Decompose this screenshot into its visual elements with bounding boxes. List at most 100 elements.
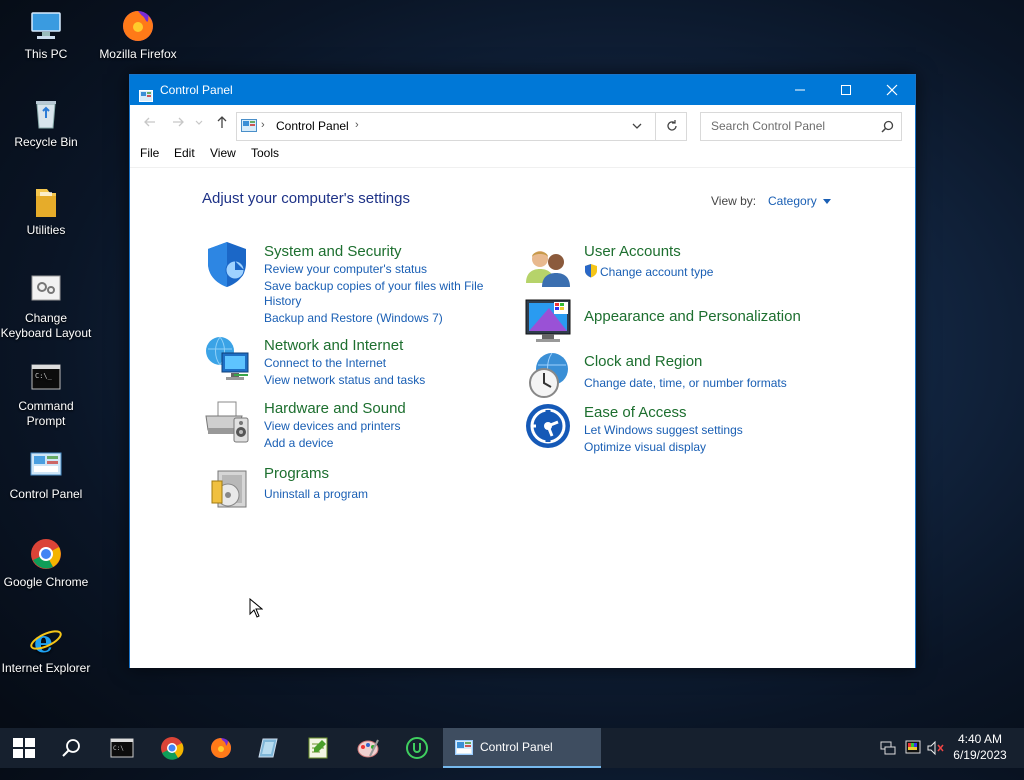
- recycle-bin-icon: [28, 96, 64, 132]
- ease-of-access-icon: [524, 402, 572, 450]
- desktop-icon-command-prompt[interactable]: C:\_ Command Prompt: [0, 360, 92, 429]
- taskbar-tool-app[interactable]: [245, 728, 293, 768]
- maximize-button[interactable]: [823, 75, 869, 105]
- chrome-icon: [28, 536, 64, 572]
- category-title[interactable]: Clock and Region: [584, 353, 702, 370]
- content-area: Adjust your computer's settings View by:…: [130, 167, 915, 668]
- control-panel-icon: [241, 119, 257, 135]
- chrome-icon: [161, 737, 184, 760]
- link-backup-restore[interactable]: Backup and Restore (Windows 7): [264, 311, 443, 326]
- dropdown-caret-icon: [823, 198, 832, 204]
- desktop-icon-control-panel[interactable]: Control Panel: [0, 448, 92, 502]
- command-prompt-icon: C:\: [110, 738, 134, 758]
- breadcrumb-control-panel[interactable]: Control Panel: [276, 119, 349, 133]
- category-title[interactable]: Hardware and Sound: [264, 400, 406, 417]
- view-by-dropdown[interactable]: Category: [768, 194, 832, 208]
- clock-time: 4:40 AM: [957, 732, 1003, 746]
- search-input[interactable]: [709, 118, 878, 134]
- programs-icon: [204, 465, 252, 513]
- tool-icon: [258, 738, 278, 758]
- printer-icon: [204, 398, 252, 446]
- link-uninstall-program[interactable]: Uninstall a program: [264, 487, 368, 502]
- close-button[interactable]: [869, 75, 915, 105]
- control-panel-icon: [139, 83, 153, 102]
- desktop-icon-firefox[interactable]: Mozilla Firefox: [92, 8, 184, 62]
- uac-shield-icon: [584, 263, 598, 283]
- breadcrumb-separator-icon[interactable]: ›: [261, 119, 265, 131]
- taskbar-u-app[interactable]: [393, 728, 441, 768]
- volume-muted-icon[interactable]: [927, 740, 945, 780]
- category-title[interactable]: Appearance and Personalization: [584, 308, 801, 325]
- link-connect-internet[interactable]: Connect to the Internet: [264, 356, 386, 371]
- link-windows-suggest-settings[interactable]: Let Windows suggest settings: [584, 423, 743, 438]
- menu-bar: File Edit View Tools: [130, 143, 915, 165]
- link-devices-printers[interactable]: View devices and printers: [264, 419, 401, 434]
- category-title[interactable]: System and Security: [264, 243, 402, 260]
- taskbar: C:\ Control Panel 4:40 AM 6/19/2023: [0, 728, 1024, 768]
- link-network-status[interactable]: View network status and tasks: [264, 373, 425, 388]
- search-box[interactable]: [700, 112, 902, 141]
- taskbar-notepad-app[interactable]: [294, 728, 342, 768]
- back-arrow-icon[interactable]: [140, 115, 160, 133]
- desktop-icon-recycle-bin[interactable]: Recycle Bin: [0, 96, 92, 150]
- category-title[interactable]: Ease of Access: [584, 404, 687, 421]
- search-icon: [62, 739, 80, 757]
- minimize-button[interactable]: [777, 75, 823, 105]
- link-review-status[interactable]: Review your computer's status: [264, 262, 427, 277]
- up-arrow-icon[interactable]: [212, 115, 232, 133]
- category-title[interactable]: Network and Internet: [264, 337, 403, 354]
- notepad-icon: [308, 737, 328, 759]
- desktop-icon-google-chrome[interactable]: Google Chrome: [0, 536, 92, 590]
- taskbar-command-prompt[interactable]: C:\: [98, 728, 146, 768]
- menu-tools[interactable]: Tools: [251, 146, 279, 160]
- svg-text:e: e: [34, 625, 53, 658]
- link-file-history[interactable]: Save backup copies of your files with Fi…: [264, 279, 483, 294]
- internet-explorer-icon: e: [28, 622, 64, 660]
- u-logo-icon: [406, 737, 428, 759]
- start-button[interactable]: [0, 728, 48, 768]
- control-panel-icon: [28, 448, 64, 484]
- link-date-time-formats[interactable]: Change date, time, or number formats: [584, 376, 787, 391]
- search-button[interactable]: [48, 728, 96, 768]
- address-dropdown-chevron-icon[interactable]: [631, 120, 643, 134]
- link-file-history-cont[interactable]: History: [264, 294, 301, 309]
- breadcrumb-chevron-icon[interactable]: ›: [355, 119, 359, 131]
- link-change-account-type[interactable]: Change account type: [600, 265, 713, 280]
- clock-globe-icon: [524, 351, 572, 399]
- link-add-device[interactable]: Add a device: [264, 436, 333, 451]
- network-icon: [204, 335, 252, 383]
- title-bar[interactable]: Control Panel: [130, 75, 915, 105]
- desktop-icon-internet-explorer[interactable]: e Internet Explorer: [0, 622, 92, 676]
- link-optimize-visual-display[interactable]: Optimize visual display: [584, 440, 706, 455]
- recent-locations-chevron-icon[interactable]: [193, 115, 205, 133]
- svg-text:C:\_: C:\_: [35, 372, 53, 380]
- menu-edit[interactable]: Edit: [174, 146, 195, 160]
- system-clock[interactable]: 4:40 AM 6/19/2023: [944, 731, 1016, 763]
- display-tray-icon[interactable]: [905, 740, 921, 780]
- menu-view[interactable]: View: [210, 146, 236, 160]
- address-divider: [655, 113, 656, 140]
- computer-icon: [28, 8, 64, 44]
- category-title[interactable]: User Accounts: [584, 243, 681, 260]
- paint-icon: [357, 739, 379, 758]
- taskbar-control-panel-active[interactable]: Control Panel: [443, 728, 601, 768]
- category-title[interactable]: Programs: [264, 465, 329, 482]
- network-tray-icon[interactable]: [880, 740, 896, 780]
- menu-file[interactable]: File: [140, 146, 159, 160]
- address-row: › Control Panel ›: [130, 105, 915, 143]
- search-icon[interactable]: [881, 120, 894, 136]
- address-bar[interactable]: › Control Panel ›: [236, 112, 687, 141]
- mouse-cursor-icon: [249, 597, 264, 623]
- desktop-icon-this-pc[interactable]: This PC: [0, 8, 92, 62]
- desktop-icon-utilities[interactable]: Utilities: [0, 184, 92, 238]
- taskbar-paint-app[interactable]: [344, 728, 392, 768]
- windows-logo-icon: [13, 738, 35, 758]
- command-prompt-icon: C:\_: [28, 360, 64, 396]
- taskbar-firefox[interactable]: [197, 728, 245, 768]
- forward-arrow-icon[interactable]: [168, 115, 188, 133]
- desktop-icon-change-keyboard-layout[interactable]: Change Keyboard Layout: [0, 272, 92, 341]
- users-icon: [524, 243, 572, 291]
- taskbar-chrome[interactable]: [148, 728, 196, 768]
- control-panel-window: Control Panel › Control Panel › Search C…: [129, 74, 916, 668]
- refresh-icon[interactable]: [665, 119, 679, 136]
